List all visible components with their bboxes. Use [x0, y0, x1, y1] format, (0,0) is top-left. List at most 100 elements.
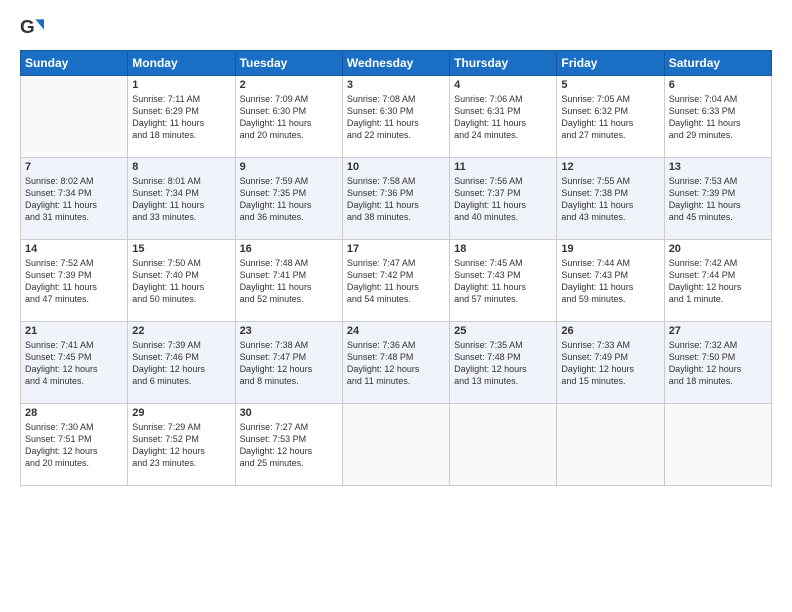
calendar-week-row: 7 Sunrise: 8:02 AM Sunset: 7:34 PM Daylig… [21, 158, 772, 240]
header: G [20, 16, 772, 40]
calendar-cell: 11 Sunrise: 7:56 AM Sunset: 7:37 PM Dayli… [450, 158, 557, 240]
day-number: 15 [132, 243, 230, 255]
calendar-cell: 3 Sunrise: 7:08 AM Sunset: 6:30 PM Daylig… [342, 76, 449, 158]
calendar-header-wednesday: Wednesday [342, 51, 449, 76]
day-number: 1 [132, 79, 230, 91]
day-number: 29 [132, 407, 230, 419]
calendar-cell: 16 Sunrise: 7:48 AM Sunset: 7:41 PM Dayli… [235, 240, 342, 322]
day-info: Sunrise: 7:08 AM Sunset: 6:30 PM Dayligh… [347, 93, 445, 142]
day-info: Sunrise: 7:42 AM Sunset: 7:44 PM Dayligh… [669, 257, 767, 306]
day-number: 24 [347, 325, 445, 337]
calendar-cell: 17 Sunrise: 7:47 AM Sunset: 7:42 PM Dayli… [342, 240, 449, 322]
calendar-cell: 18 Sunrise: 7:45 AM Sunset: 7:43 PM Dayli… [450, 240, 557, 322]
day-info: Sunrise: 7:45 AM Sunset: 7:43 PM Dayligh… [454, 257, 552, 306]
day-number: 7 [25, 161, 123, 173]
calendar-header-row: SundayMondayTuesdayWednesdayThursdayFrid… [21, 51, 772, 76]
day-number: 25 [454, 325, 552, 337]
day-number: 16 [240, 243, 338, 255]
calendar-cell: 10Sunrise: 7:58 AM Sunset: 7:36 PM Dayli… [342, 158, 449, 240]
day-info: Sunrise: 7:05 AM Sunset: 6:32 PM Dayligh… [561, 93, 659, 142]
calendar-cell: 24 Sunrise: 7:36 AM Sunset: 7:48 PM Dayli… [342, 322, 449, 404]
calendar-cell: 19 Sunrise: 7:44 AM Sunset: 7:43 PM Dayli… [557, 240, 664, 322]
calendar-week-row: 28Sunrise: 7:30 AM Sunset: 7:51 PM Dayli… [21, 404, 772, 486]
logo-icon: G [20, 16, 44, 40]
calendar-cell: 6Sunrise: 7:04 AM Sunset: 6:33 PM Daylig… [664, 76, 771, 158]
calendar-cell: 25 Sunrise: 7:35 AM Sunset: 7:48 PM Dayli… [450, 322, 557, 404]
calendar-cell: 22Sunrise: 7:39 AM Sunset: 7:46 PM Dayli… [128, 322, 235, 404]
calendar-header-monday: Monday [128, 51, 235, 76]
day-number: 2 [240, 79, 338, 91]
calendar-week-row: 1 Sunrise: 7:11 AM Sunset: 6:29 PM Daylig… [21, 76, 772, 158]
day-number: 18 [454, 243, 552, 255]
calendar-cell [21, 76, 128, 158]
calendar-cell: 28Sunrise: 7:30 AM Sunset: 7:51 PM Dayli… [21, 404, 128, 486]
calendar-header-saturday: Saturday [664, 51, 771, 76]
calendar-cell: 5 Sunrise: 7:05 AM Sunset: 6:32 PM Daylig… [557, 76, 664, 158]
calendar-cell [664, 404, 771, 486]
calendar-cell [342, 404, 449, 486]
day-info: Sunrise: 7:47 AM Sunset: 7:42 PM Dayligh… [347, 257, 445, 306]
day-number: 5 [561, 79, 659, 91]
day-number: 12 [561, 161, 659, 173]
day-number: 11 [454, 161, 552, 173]
calendar-cell: 14 Sunrise: 7:52 AM Sunset: 7:39 PM Dayli… [21, 240, 128, 322]
day-info: Sunrise: 7:41 AM Sunset: 7:45 PM Dayligh… [25, 339, 123, 388]
calendar-cell: 2Sunrise: 7:09 AM Sunset: 6:30 PM Daylig… [235, 76, 342, 158]
calendar-cell: 15 Sunrise: 7:50 AM Sunset: 7:40 PM Dayli… [128, 240, 235, 322]
day-number: 3 [347, 79, 445, 91]
day-number: 28 [25, 407, 123, 419]
calendar-cell: 7 Sunrise: 8:02 AM Sunset: 7:34 PM Daylig… [21, 158, 128, 240]
day-number: 4 [454, 79, 552, 91]
day-info: Sunrise: 8:02 AM Sunset: 7:34 PM Dayligh… [25, 175, 123, 224]
calendar-header-tuesday: Tuesday [235, 51, 342, 76]
svg-text:G: G [20, 16, 35, 37]
calendar-cell: 4 Sunrise: 7:06 AM Sunset: 6:31 PM Daylig… [450, 76, 557, 158]
day-info: Sunrise: 7:32 AM Sunset: 7:50 PM Dayligh… [669, 339, 767, 388]
calendar-week-row: 14 Sunrise: 7:52 AM Sunset: 7:39 PM Dayli… [21, 240, 772, 322]
day-info: Sunrise: 7:50 AM Sunset: 7:40 PM Dayligh… [132, 257, 230, 306]
day-number: 26 [561, 325, 659, 337]
day-info: Sunrise: 7:11 AM Sunset: 6:29 PM Dayligh… [132, 93, 230, 142]
calendar-cell: 26 Sunrise: 7:33 AM Sunset: 7:49 PM Dayli… [557, 322, 664, 404]
calendar-cell: 23 Sunrise: 7:38 AM Sunset: 7:47 PM Dayli… [235, 322, 342, 404]
day-info: Sunrise: 7:29 AM Sunset: 7:52 PM Dayligh… [132, 421, 230, 470]
page: G SundayMondayTuesdayWednesdayThursdayFr… [0, 0, 792, 612]
day-number: 10 [347, 161, 445, 173]
logo: G [20, 16, 48, 40]
calendar-cell: 13 Sunrise: 7:53 AM Sunset: 7:39 PM Dayli… [664, 158, 771, 240]
day-info: Sunrise: 7:53 AM Sunset: 7:39 PM Dayligh… [669, 175, 767, 224]
day-number: 22 [132, 325, 230, 337]
calendar-week-row: 21 Sunrise: 7:41 AM Sunset: 7:45 PM Dayli… [21, 322, 772, 404]
day-info: Sunrise: 7:33 AM Sunset: 7:49 PM Dayligh… [561, 339, 659, 388]
day-info: Sunrise: 7:44 AM Sunset: 7:43 PM Dayligh… [561, 257, 659, 306]
calendar-cell: 9Sunrise: 7:59 AM Sunset: 7:35 PM Daylig… [235, 158, 342, 240]
day-number: 13 [669, 161, 767, 173]
day-number: 23 [240, 325, 338, 337]
day-info: Sunrise: 7:06 AM Sunset: 6:31 PM Dayligh… [454, 93, 552, 142]
calendar: SundayMondayTuesdayWednesdayThursdayFrid… [20, 50, 772, 486]
day-number: 20 [669, 243, 767, 255]
calendar-header-sunday: Sunday [21, 51, 128, 76]
calendar-header-friday: Friday [557, 51, 664, 76]
day-info: Sunrise: 7:59 AM Sunset: 7:35 PM Dayligh… [240, 175, 338, 224]
day-info: Sunrise: 7:35 AM Sunset: 7:48 PM Dayligh… [454, 339, 552, 388]
day-info: Sunrise: 7:52 AM Sunset: 7:39 PM Dayligh… [25, 257, 123, 306]
calendar-header-thursday: Thursday [450, 51, 557, 76]
day-info: Sunrise: 8:01 AM Sunset: 7:34 PM Dayligh… [132, 175, 230, 224]
day-info: Sunrise: 7:48 AM Sunset: 7:41 PM Dayligh… [240, 257, 338, 306]
calendar-cell: 1 Sunrise: 7:11 AM Sunset: 6:29 PM Daylig… [128, 76, 235, 158]
calendar-cell: 12Sunrise: 7:55 AM Sunset: 7:38 PM Dayli… [557, 158, 664, 240]
day-number: 27 [669, 325, 767, 337]
calendar-cell: 27 Sunrise: 7:32 AM Sunset: 7:50 PM Dayli… [664, 322, 771, 404]
day-info: Sunrise: 7:38 AM Sunset: 7:47 PM Dayligh… [240, 339, 338, 388]
day-info: Sunrise: 7:27 AM Sunset: 7:53 PM Dayligh… [240, 421, 338, 470]
day-number: 21 [25, 325, 123, 337]
day-number: 14 [25, 243, 123, 255]
day-number: 17 [347, 243, 445, 255]
calendar-cell [557, 404, 664, 486]
day-number: 6 [669, 79, 767, 91]
calendar-cell: 30Sunrise: 7:27 AM Sunset: 7:53 PM Dayli… [235, 404, 342, 486]
day-info: Sunrise: 7:36 AM Sunset: 7:48 PM Dayligh… [347, 339, 445, 388]
day-number: 19 [561, 243, 659, 255]
day-info: Sunrise: 7:56 AM Sunset: 7:37 PM Dayligh… [454, 175, 552, 224]
